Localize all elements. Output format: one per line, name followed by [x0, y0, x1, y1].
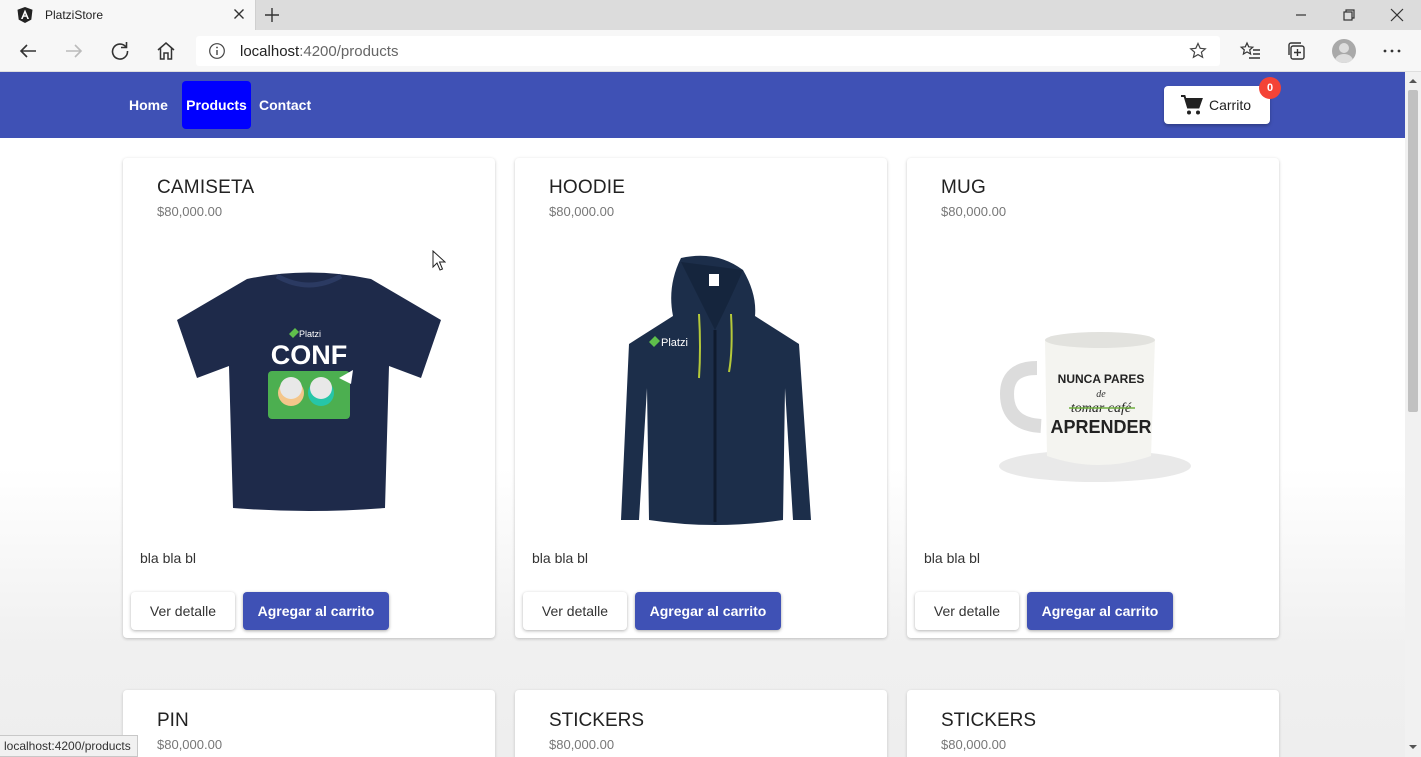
url-text: localhost:4200/products [240, 43, 398, 60]
tab-title: PlatziStore [45, 8, 104, 22]
product-description: bla bla bl [140, 550, 197, 566]
product-price: $80,000.00 [157, 737, 223, 752]
hoodie-image: Platzi [621, 255, 811, 525]
tshirt-brand-text: Platzi [299, 329, 321, 339]
mug-text-line4: APRENDER [1050, 417, 1151, 437]
product-card: HOODIE $80,000.00 Platzi bla bla bl Ver … [515, 158, 887, 638]
product-card: CAMISETA $80,000.00 Platzi CONF bla bla … [123, 158, 495, 638]
page-scrollbar[interactable] [1405, 72, 1421, 757]
page-viewport: Home Products Contact Carrito 0 CAMISETA… [0, 72, 1405, 757]
product-title: STICKERS [549, 710, 645, 731]
minimize-icon[interactable] [1290, 4, 1312, 26]
forward-icon[interactable] [62, 39, 86, 63]
hoodie-brand-text: Platzi [661, 337, 688, 349]
product-card: PIN $80,000.00 [123, 690, 495, 757]
product-card: MUG $80,000.00 NUNCA PARES de tomar café… [907, 158, 1279, 638]
angular-icon [17, 7, 33, 23]
product-title: HOODIE [549, 177, 626, 198]
product-title: MUG [941, 177, 986, 198]
info-icon[interactable] [208, 42, 226, 60]
view-detail-button[interactable]: Ver detalle [523, 592, 627, 630]
browser-tab-bar: PlatziStore [0, 0, 1421, 30]
cart-label: Carrito [1209, 97, 1252, 113]
product-price: $80,000.00 [549, 737, 615, 752]
mug-image: NUNCA PARES de tomar café APRENDER [999, 332, 1191, 482]
favorites-icon[interactable] [1239, 39, 1263, 63]
product-title: CAMISETA [157, 177, 255, 198]
scroll-up-icon[interactable] [1408, 76, 1418, 86]
product-card: STICKERS $80,000.00 [907, 690, 1279, 757]
mug-text-line1: NUNCA PARES [1058, 372, 1145, 386]
browser-tab[interactable]: PlatziStore [0, 0, 256, 30]
collections-icon[interactable] [1285, 39, 1309, 63]
add-to-cart-button[interactable]: Agregar al carrito [635, 592, 781, 630]
add-to-cart-button[interactable]: Agregar al carrito [243, 592, 389, 630]
product-price: $80,000.00 [549, 204, 615, 219]
home-icon[interactable] [154, 39, 178, 63]
url-host: localhost [240, 43, 300, 60]
cart-count-badge: 0 [1259, 77, 1281, 99]
url-path: :4200/products [299, 43, 399, 60]
refresh-icon[interactable] [108, 39, 132, 63]
mug-text-line2: de [1096, 389, 1106, 400]
product-title: PIN [157, 710, 189, 731]
favorite-star-icon[interactable] [1188, 41, 1208, 61]
status-bar-url: localhost:4200/products [0, 735, 138, 757]
tshirt-logo-text: CONF [271, 340, 348, 370]
tshirt-image: Platzi CONF [177, 272, 441, 511]
mouse-cursor-icon [432, 250, 446, 271]
close-tab-icon[interactable] [230, 5, 248, 23]
scrollbar-thumb[interactable] [1408, 90, 1418, 412]
product-description: bla bla bl [532, 550, 589, 566]
profile-avatar[interactable] [1332, 39, 1356, 63]
cart-button[interactable]: Carrito [1164, 86, 1270, 124]
product-description: bla bla bl [924, 550, 981, 566]
new-tab-icon[interactable] [262, 5, 282, 25]
address-bar[interactable]: localhost:4200/products [196, 36, 1220, 66]
nav-contact-link[interactable]: Contact [254, 81, 316, 129]
product-price: $80,000.00 [157, 204, 223, 219]
restore-icon[interactable] [1338, 4, 1360, 26]
app-toolbar: Home Products Contact Carrito 0 [0, 72, 1405, 138]
shopping-cart-icon [1181, 95, 1203, 115]
view-detail-button[interactable]: Ver detalle [915, 592, 1019, 630]
product-title: STICKERS [941, 710, 1037, 731]
product-price: $80,000.00 [941, 737, 1007, 752]
nav-home-link[interactable]: Home [124, 81, 173, 129]
back-icon[interactable] [16, 39, 40, 63]
product-price: $80,000.00 [941, 204, 1007, 219]
nav-products-link[interactable]: Products [182, 81, 251, 129]
close-window-icon[interactable] [1386, 4, 1408, 26]
browser-toolbar: localhost:4200/products [0, 30, 1421, 72]
scroll-down-icon[interactable] [1408, 742, 1418, 752]
view-detail-button[interactable]: Ver detalle [131, 592, 235, 630]
add-to-cart-button[interactable]: Agregar al carrito [1027, 592, 1173, 630]
more-menu-icon[interactable] [1380, 39, 1404, 63]
product-card: STICKERS $80,000.00 [515, 690, 887, 757]
